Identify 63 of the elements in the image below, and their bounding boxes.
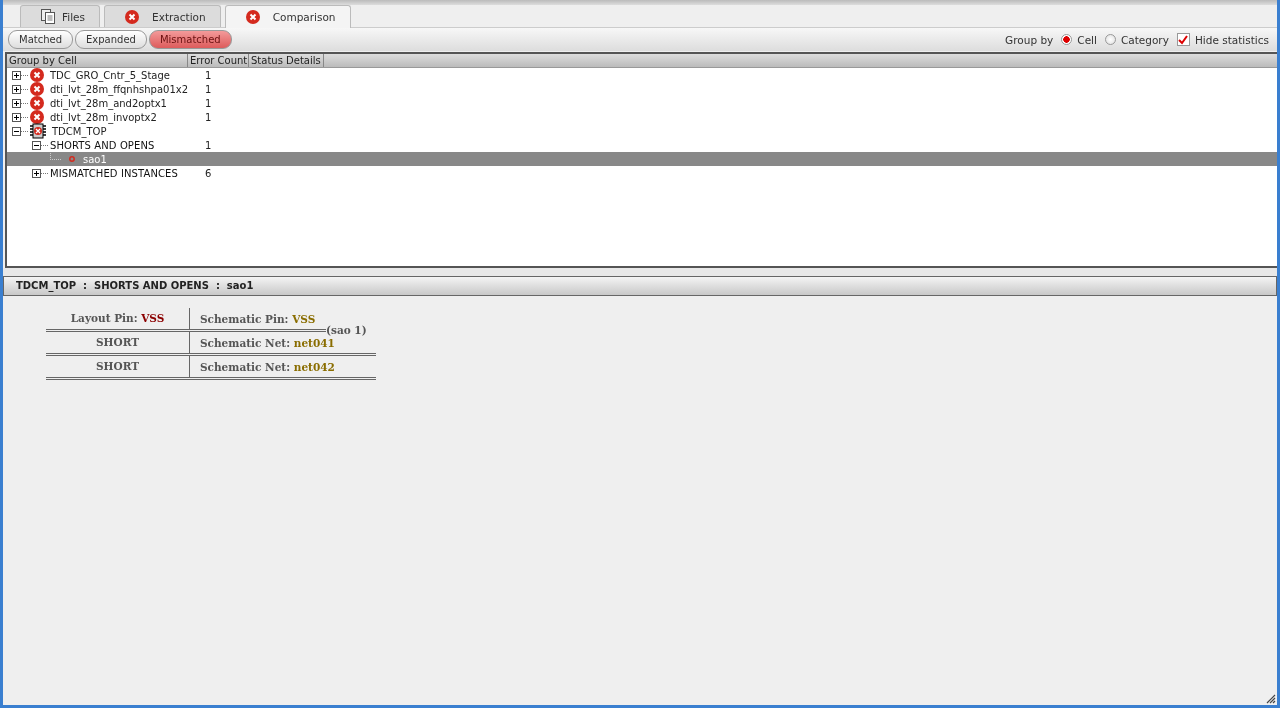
error-icon (30, 96, 44, 110)
collapse-icon[interactable] (12, 126, 21, 136)
error-count: 1 (205, 97, 212, 109)
tree-label: TDCM_TOP (52, 125, 107, 137)
error-icon (30, 82, 44, 96)
tree-row[interactable]: SHORTS AND OPENS 1 (27, 138, 1277, 152)
column-header[interactable]: Error Count (188, 54, 249, 67)
tab[interactable]: Comparison (224, 5, 351, 28)
error-count: 1 (205, 139, 212, 151)
checkbox[interactable] (1176, 33, 1190, 46)
table-cell: SHORT (46, 332, 190, 353)
filter-button[interactable]: Expanded (75, 30, 147, 49)
radio-button[interactable] (1061, 34, 1073, 45)
column-header[interactable]: Group by Cell (7, 54, 188, 67)
collapse-icon[interactable] (32, 140, 41, 150)
expand-icon[interactable] (12, 112, 21, 122)
tree-row[interactable]: TDC_GRO_Cntr_5_Stage 1 (7, 68, 1277, 82)
expand-icon[interactable] (12, 98, 21, 108)
filter-button[interactable]: Matched (8, 30, 73, 49)
radio-label: Category (1120, 33, 1169, 46)
tree-row[interactable]: dti_lvt_28m_ffqnhshpa01x2 1 (7, 82, 1277, 96)
expand-icon[interactable] (12, 84, 21, 94)
column-header[interactable]: Status Details (249, 54, 324, 67)
checkbox-label: Hide statistics (1194, 33, 1269, 46)
tree-row[interactable]: MISMATCHED INSTANCES 6 (27, 166, 1277, 180)
tree-label: dti_lvt_28m_invoptx2 (50, 111, 157, 123)
tree-label: SHORTS AND OPENS (50, 139, 155, 151)
resize-grip-icon[interactable] (1265, 693, 1276, 704)
tree-row[interactable]: dti_lvt_28m_and2optx1 1 (7, 96, 1277, 110)
chip-error-icon (30, 123, 46, 139)
table-cell: Layout Pin: VSS (46, 308, 190, 329)
error-count: 1 (205, 69, 212, 81)
tab[interactable]: Extraction (104, 5, 221, 27)
tree-row[interactable]: dti_lvt_28m_invoptx2 1 (7, 110, 1277, 124)
error-count: 1 (205, 111, 212, 123)
table-cell-text: Schematic Net: net041 (199, 336, 335, 349)
radio-button[interactable] (1104, 34, 1116, 45)
tab[interactable]: Files (20, 5, 101, 27)
error-icon (245, 10, 260, 24)
tree-row[interactable]: TDCM_TOP (7, 124, 1277, 138)
detail-title-bar: TDCM_TOP : SHORTS AND OPENS : sao1 (3, 276, 1277, 296)
tree-row[interactable]: sao1 (7, 152, 1277, 166)
error-icon (30, 110, 44, 124)
table-cell-text: Schematic Pin: VSS (199, 312, 316, 325)
table-cell-text: Schematic Net: net042 (199, 360, 335, 373)
group-by-label: Group by (1005, 33, 1054, 46)
tree-label: dti_lvt_28m_and2optx1 (50, 97, 167, 109)
error-icon (30, 68, 44, 82)
expand-icon[interactable] (32, 168, 41, 178)
dot-icon (69, 156, 75, 162)
error-count: 6 (205, 167, 212, 179)
radio-label: Cell (1077, 33, 1097, 46)
files-icon (41, 9, 55, 24)
tree-label: TDC_GRO_Cntr_5_Stage (50, 69, 170, 81)
tree-label: MISMATCHED INSTANCES (50, 167, 178, 179)
error-icon (125, 9, 140, 24)
group-annotation: (sao 1) (326, 324, 367, 336)
filter-button[interactable]: Mismatched (148, 30, 232, 49)
tree-label: sao1 (83, 153, 107, 165)
tree-label: dti_lvt_28m_ffqnhshpa01x2 (50, 83, 189, 95)
table-cell: SHORT (46, 356, 190, 377)
expand-icon[interactable] (12, 70, 21, 80)
error-count: 1 (205, 83, 212, 95)
